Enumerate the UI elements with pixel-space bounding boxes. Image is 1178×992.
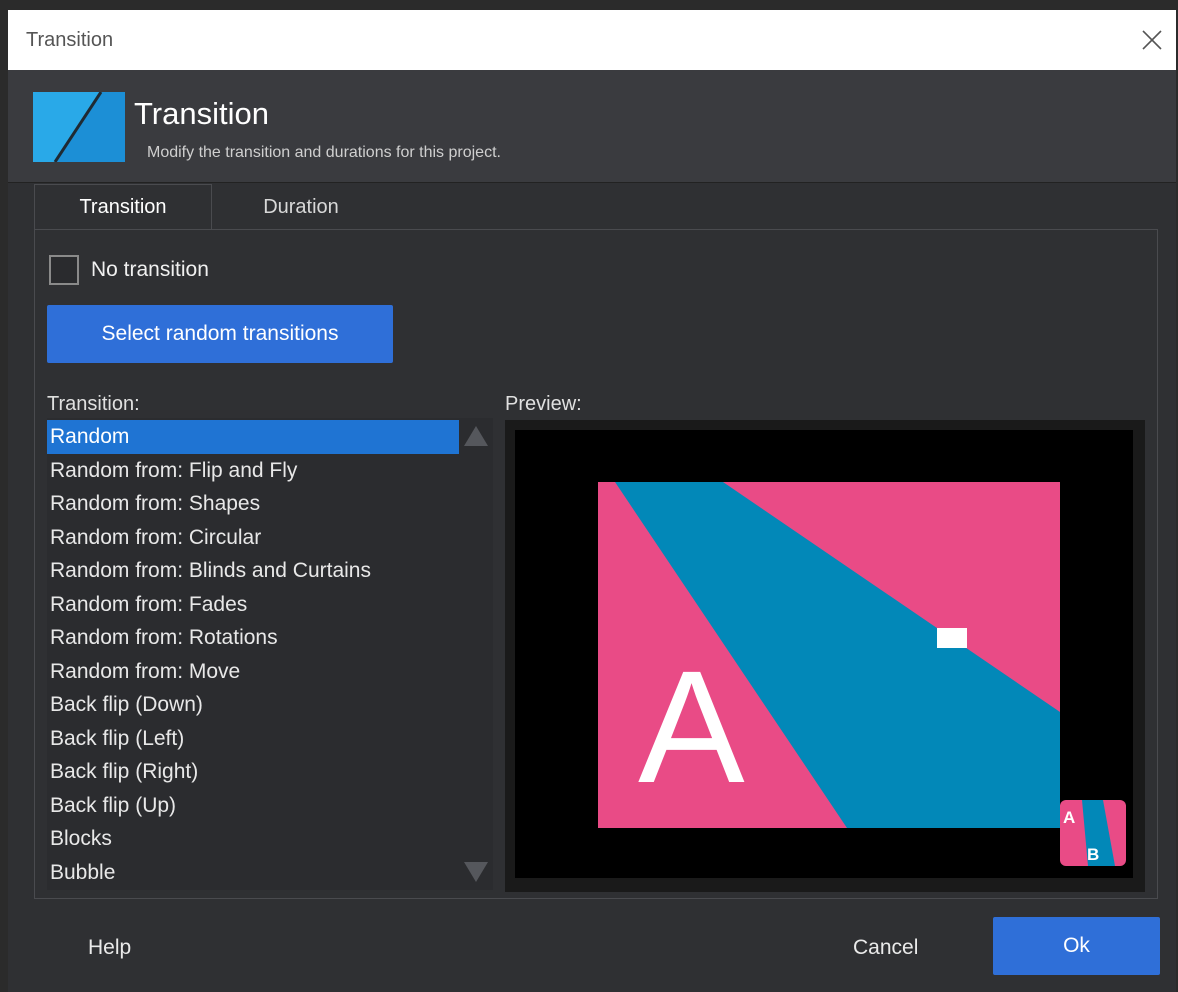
cancel-button[interactable]: Cancel [853, 936, 918, 960]
list-item[interactable]: Back flip (Left) [47, 722, 459, 756]
preview-animation: A A B [598, 482, 1126, 866]
help-button[interactable]: Help [88, 936, 131, 960]
header-subtitle: Modify the transition and durations for … [147, 144, 501, 161]
close-icon [1142, 30, 1162, 50]
ok-button[interactable]: Ok [993, 917, 1160, 975]
list-item[interactable]: Blocks [47, 822, 459, 856]
transition-dialog: Transition Modify the transition and dur… [8, 70, 1176, 992]
list-item[interactable]: Random from: Rotations [47, 621, 459, 655]
window-title: Transition [26, 29, 114, 51]
scroll-down-arrow-icon[interactable] [464, 862, 488, 882]
transition-list-items: Random Random from: Flip and Fly Random fr… [47, 420, 459, 889]
thumbnail-letter-b: B [1087, 845, 1099, 864]
list-item[interactable]: Random from: Fades [47, 588, 459, 622]
thumbnail-letter-a: A [1063, 808, 1075, 827]
window-titlebar: Transition [8, 10, 1176, 70]
no-transition-option[interactable]: No transition [49, 255, 209, 285]
header-title: Transition [134, 96, 269, 131]
no-transition-checkbox[interactable] [49, 255, 79, 285]
no-transition-label: No transition [91, 258, 209, 281]
list-item[interactable]: Random from: Flip and Fly [47, 454, 459, 488]
preview-label: Preview: [505, 393, 582, 415]
tab-transition[interactable]: Transition [34, 184, 212, 230]
transition-list-label: Transition: [47, 393, 140, 415]
transition-logo-icon [33, 92, 125, 162]
list-item[interactable]: Back flip (Up) [47, 789, 459, 823]
list-item[interactable]: Random from: Blinds and Curtains [47, 554, 459, 588]
list-item[interactable]: Random from: Move [47, 655, 459, 689]
select-random-transitions-button[interactable]: Select random transitions [47, 305, 393, 363]
tab-duration[interactable]: Duration [212, 184, 390, 230]
list-item[interactable]: Bubble [47, 856, 459, 890]
list-item[interactable]: Back flip (Right) [47, 755, 459, 789]
preview-canvas: A A B [515, 430, 1133, 878]
preview-frame: A A B [505, 420, 1145, 892]
transition-list[interactable]: Random Random from: Flip and Fly Random fr… [47, 418, 493, 890]
list-item[interactable]: Random from: Shapes [47, 487, 459, 521]
close-button[interactable] [1132, 20, 1172, 60]
wipe-edge-highlight [937, 628, 967, 648]
list-item[interactable]: Random [47, 420, 459, 454]
dialog-header: Transition Modify the transition and dur… [8, 70, 1176, 183]
transition-panel: No transition Select random transitions … [34, 229, 1158, 899]
list-item[interactable]: Random from: Circular [47, 521, 459, 555]
slide-a-letter: A [638, 637, 745, 816]
list-scrollbar[interactable] [459, 418, 493, 890]
list-item[interactable]: Back flip (Down) [47, 688, 459, 722]
scroll-up-arrow-icon[interactable] [464, 426, 488, 446]
